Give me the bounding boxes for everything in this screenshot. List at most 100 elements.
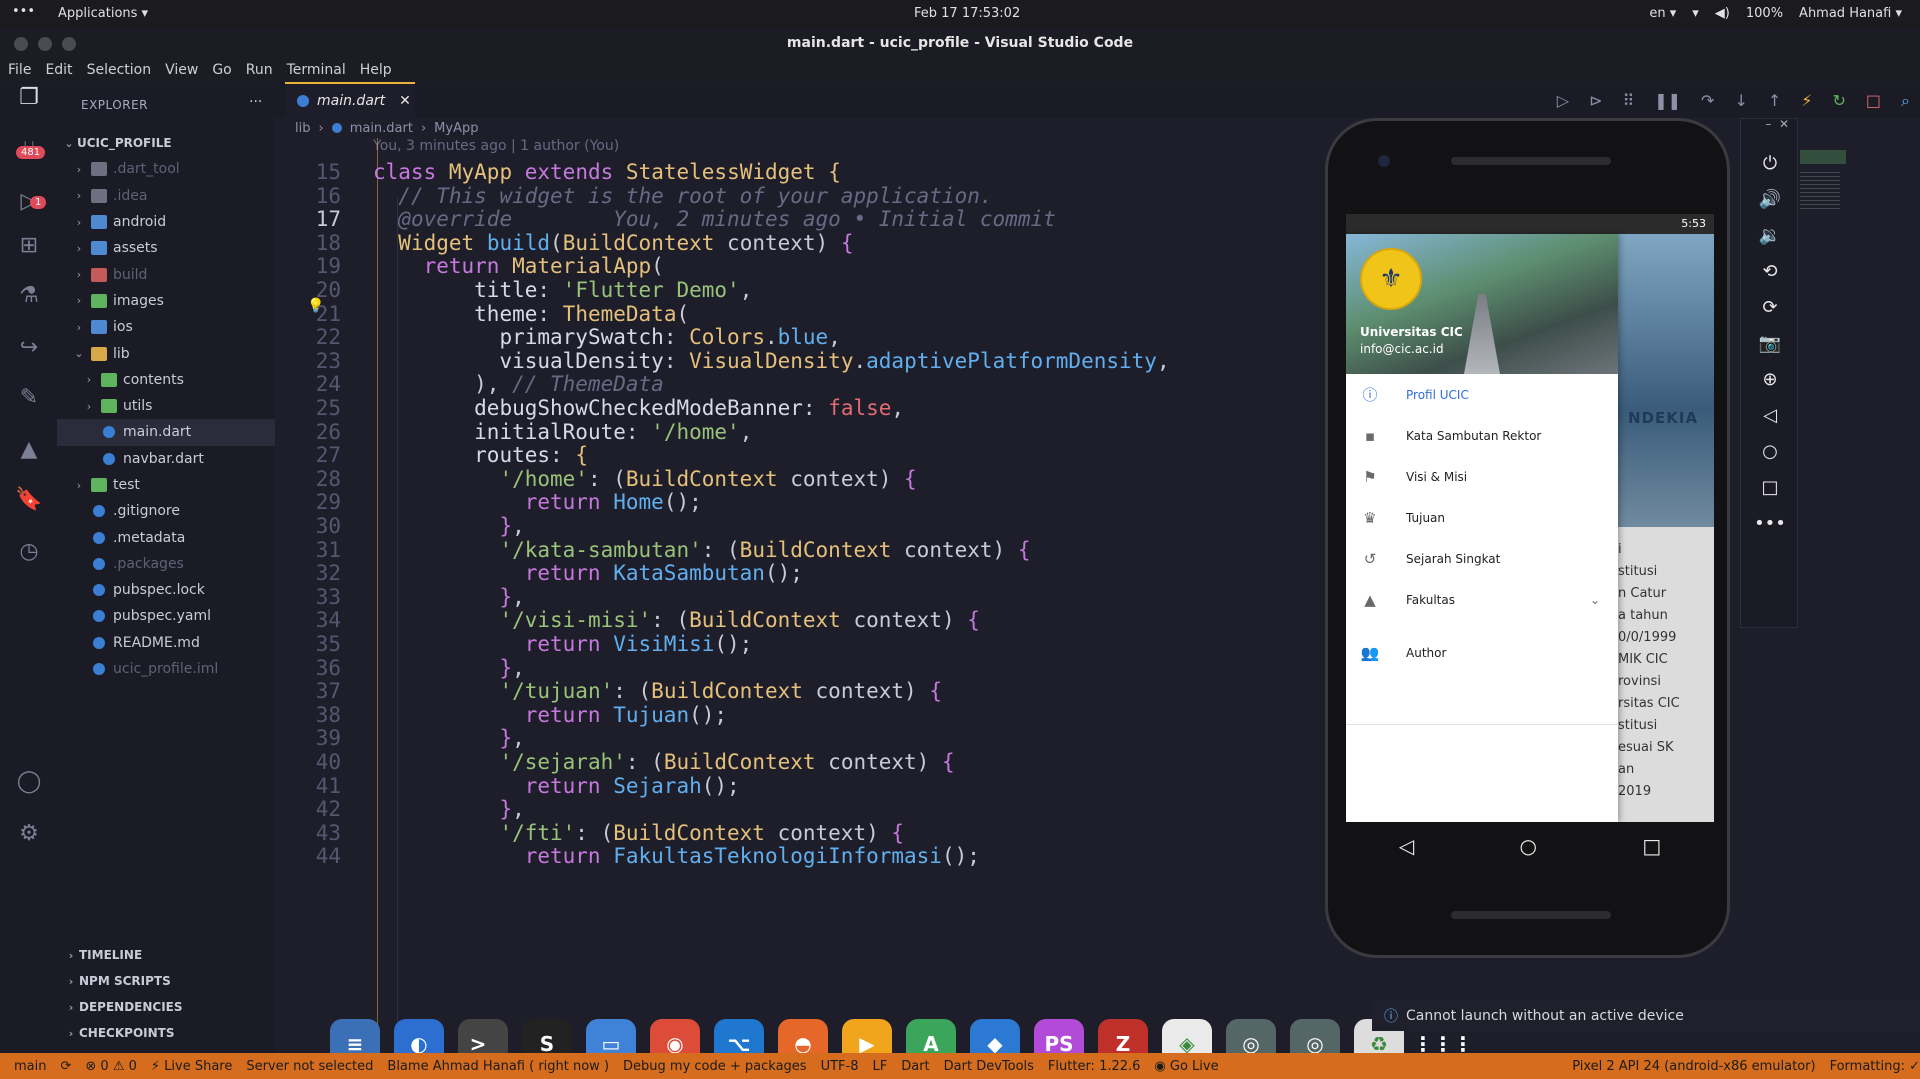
rotate-left-icon[interactable]: ⟲ [1741, 261, 1799, 282]
menu-terminal[interactable]: Terminal [287, 62, 346, 78]
volume-icon[interactable]: ◀) [1715, 6, 1730, 21]
status-item[interactable]: LF [872, 1059, 887, 1074]
extensions-icon[interactable]: ⊞ [14, 230, 44, 260]
tree-item[interactable]: ucic_profile.iml [57, 656, 275, 682]
phone-screen[interactable]: 5:53 NDEKIA i stitusi n Catur a tahun 0/0/19… [1346, 214, 1714, 822]
tree-item[interactable]: .packages [57, 551, 275, 577]
volume-up-icon[interactable]: 🔊 [1741, 189, 1799, 210]
status-item[interactable]: Server not selected [246, 1059, 373, 1074]
status-item[interactable]: Pixel 2 API 24 (android-x86 emulator) [1572, 1059, 1815, 1074]
status-item[interactable]: Dart DevTools [944, 1059, 1034, 1074]
emulator-window-controls[interactable]: – ✕ [1741, 117, 1799, 131]
run-icon[interactable]: ▷ [1557, 91, 1569, 111]
explorer-icon[interactable]: ❐ [14, 82, 44, 112]
tree-item[interactable]: .metadata [57, 524, 275, 550]
menu-selection[interactable]: Selection [87, 62, 152, 78]
menu-help[interactable]: Help [360, 62, 392, 78]
recents-icon[interactable]: □ [1642, 834, 1661, 858]
drawer-item-kata-sambutan-rektor[interactable]: ▪ Kata Sambutan Rektor [1346, 415, 1618, 456]
minimap[interactable] [1800, 150, 1900, 250]
close-window-button[interactable] [14, 37, 28, 51]
status-item[interactable]: UTF-8 [821, 1059, 859, 1074]
close-tab-icon[interactable]: ✕ [399, 93, 411, 109]
codelens-blame[interactable]: You, 3 minutes ago | 1 author (You) [373, 138, 619, 154]
tree-item[interactable]: › build [57, 261, 275, 287]
lang-indicator[interactable]: en ▾ [1649, 6, 1676, 21]
status-item[interactable]: Dart [901, 1059, 929, 1074]
status-item[interactable]: Debug my code + packages [623, 1059, 807, 1074]
zoom-icon[interactable]: ⊕ [1741, 369, 1799, 390]
status-item[interactable]: ⟳ [60, 1059, 71, 1074]
status-item[interactable]: main [14, 1059, 46, 1074]
run-all-icon[interactable]: ⊳ [1589, 91, 1602, 111]
tree-item[interactable]: README.md [57, 630, 275, 656]
status-item[interactable]: ⚡ Live Share [151, 1059, 232, 1074]
status-item[interactable]: Flutter: 1.22.6 [1048, 1059, 1141, 1074]
tree-item[interactable]: .gitignore [57, 498, 275, 524]
account-icon[interactable]: ◯ [14, 766, 44, 796]
drawer-item-author[interactable]: 👥 Author [1346, 632, 1618, 673]
rotate-right-icon[interactable]: ⟳ [1741, 297, 1799, 318]
drawer-item-fakultas[interactable]: ▲ Fakultas ⌄ [1346, 579, 1618, 620]
breadcrumb-class[interactable]: MyApp [434, 121, 478, 136]
tree-item[interactable]: › utils [57, 393, 275, 419]
section-timeline[interactable]: › TIMELINE [57, 942, 275, 968]
chevron-down-icon[interactable]: ⌄ [1590, 593, 1600, 607]
user-menu[interactable]: Ahmad Hanafi ▾ [1799, 6, 1902, 21]
deploy-icon[interactable]: ▲ [14, 434, 44, 464]
volume-down-icon[interactable]: 🔉 [1741, 225, 1799, 246]
menu-file[interactable]: File [8, 62, 31, 78]
tree-item[interactable]: pubspec.yaml [57, 603, 275, 629]
menu-go[interactable]: Go [212, 62, 231, 78]
tree-item[interactable]: › contents [57, 367, 275, 393]
timeline-icon[interactable]: ◷ [14, 536, 44, 566]
feather-icon[interactable]: ✎ [14, 382, 44, 412]
tree-item[interactable]: › .dart_tool [57, 156, 275, 182]
menu-edit[interactable]: Edit [45, 62, 72, 78]
step-over-icon[interactable]: ↷ [1701, 91, 1714, 111]
activities-icon[interactable]: ••• [12, 4, 35, 19]
tree-item[interactable]: ⌄ lib [57, 340, 275, 366]
section-checkpoints[interactable]: › CHECKPOINTS [57, 1020, 275, 1046]
overview-icon[interactable]: □ [1741, 477, 1799, 498]
breadcrumb-lib[interactable]: lib [295, 121, 310, 136]
home-icon[interactable]: ○ [1520, 834, 1537, 858]
live-share-icon[interactable]: ↪ [14, 332, 44, 362]
back-icon[interactable]: ◁ [1399, 834, 1414, 858]
wifi-icon[interactable]: ▾ [1692, 6, 1699, 21]
tab-main-dart[interactable]: main.dart ✕ [285, 82, 415, 118]
tree-item[interactable]: › ios [57, 314, 275, 340]
breadcrumb-file[interactable]: main.dart [350, 121, 413, 136]
tree-item[interactable]: main.dart [57, 419, 275, 446]
drawer-item-profil-ucic[interactable]: ⓘ Profil UCIC [1346, 374, 1618, 415]
back-icon[interactable]: ◁ [1741, 405, 1799, 426]
power-icon[interactable]: ⏻ [1741, 153, 1799, 174]
minimize-window-button[interactable] [38, 37, 52, 51]
applications-menu[interactable]: Applications ▾ [58, 6, 148, 21]
tree-item[interactable]: › android [57, 209, 275, 235]
step-into-icon[interactable]: ↓ [1734, 91, 1747, 111]
stop-icon[interactable]: □ [1866, 91, 1881, 111]
step-out-icon[interactable]: ↑ [1768, 91, 1781, 111]
status-item[interactable]: ◉ Go Live [1154, 1059, 1218, 1074]
workspace-root[interactable]: ⌄ UCIC_PROFILE [57, 130, 275, 156]
tree-item[interactable]: › images [57, 288, 275, 314]
camera-icon[interactable]: 📷 [1741, 333, 1799, 354]
devtools-search-icon[interactable]: ⌕ [1901, 91, 1910, 111]
menu-run[interactable]: Run [246, 62, 273, 78]
notification-toast[interactable]: ⓘ Cannot launch without an active device [1372, 1001, 1920, 1031]
tree-item[interactable]: › test [57, 472, 275, 498]
more-actions-icon[interactable]: ··· [249, 94, 262, 110]
section-dependencies[interactable]: › DEPENDENCIES [57, 994, 275, 1020]
menu-view[interactable]: View [165, 62, 198, 78]
more-icon[interactable]: ••• [1741, 513, 1799, 534]
gear-icon[interactable]: ⚙ [14, 818, 44, 848]
status-item[interactable]: ⊗ 0 ⚠ 0 [85, 1059, 137, 1074]
bookmarks-icon[interactable]: 🔖 [14, 484, 44, 514]
drawer-item-visi-misi[interactable]: ⚑ Visi & Misi [1346, 456, 1618, 497]
drawer-item-tujuan[interactable]: ♛ Tujuan [1346, 497, 1618, 538]
tree-item[interactable]: › assets [57, 235, 275, 261]
pause-icon[interactable]: ❚❚ [1654, 91, 1681, 111]
section-npm-scripts[interactable]: › NPM SCRIPTS [57, 968, 275, 994]
clock[interactable]: Feb 17 17:53:02 [914, 6, 1020, 21]
